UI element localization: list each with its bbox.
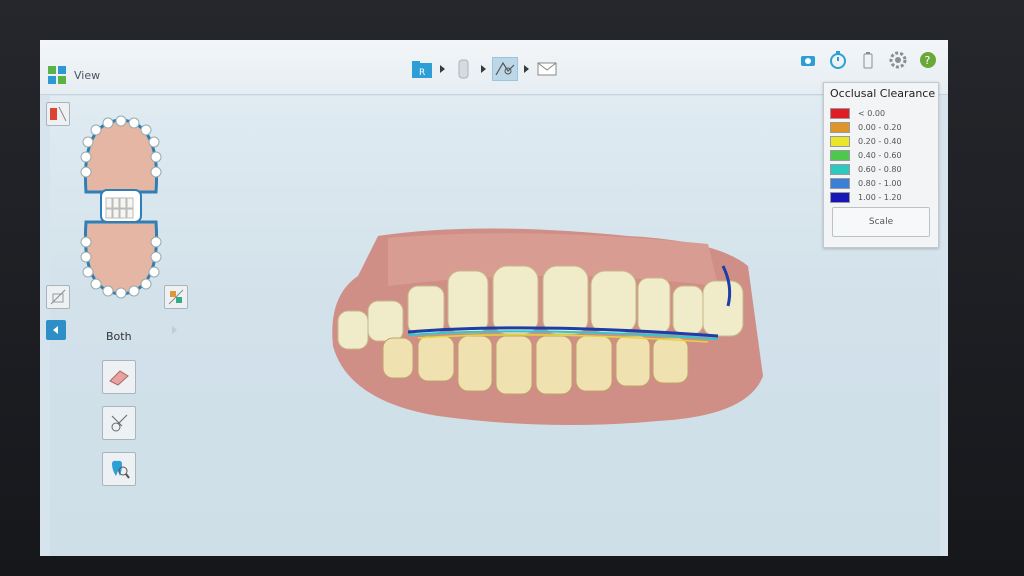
title-bar: View R ? bbox=[40, 40, 948, 95]
legend-swatch bbox=[830, 177, 850, 189]
upper-jaw-icon bbox=[50, 106, 67, 122]
legend-swatch bbox=[830, 107, 850, 119]
scale-button[interactable]: Scale bbox=[832, 207, 930, 237]
trim-tool-button[interactable] bbox=[102, 406, 136, 440]
legend-item: < 0.00 bbox=[830, 107, 885, 119]
bite-view-icon bbox=[50, 289, 66, 305]
bite-view-left-button[interactable] bbox=[46, 285, 70, 309]
workflow-step-send[interactable] bbox=[535, 58, 559, 80]
view-selection-label: Both bbox=[106, 330, 132, 343]
legend-item-label: 0.80 - 1.00 bbox=[858, 178, 902, 188]
legend-item: 0.20 - 0.40 bbox=[830, 135, 902, 147]
legend-item: 0.40 - 0.60 bbox=[830, 149, 902, 161]
workflow-step-label: R bbox=[419, 68, 425, 78]
view-model-icon bbox=[495, 61, 515, 76]
legend-item-label: < 0.00 bbox=[858, 108, 886, 118]
workflow-arrow-icon bbox=[524, 65, 529, 73]
battery-icon bbox=[858, 50, 878, 70]
legend-item-label: 0.00 - 0.20 bbox=[858, 122, 902, 132]
eraser-tool-icon bbox=[109, 370, 129, 386]
timer-icon[interactable] bbox=[828, 50, 848, 70]
legend-swatch bbox=[830, 121, 850, 133]
next-view-button[interactable] bbox=[164, 320, 184, 340]
legend-item-label: 0.40 - 0.60 bbox=[858, 150, 902, 160]
trim-tool-icon bbox=[111, 414, 128, 432]
legend-swatch bbox=[830, 135, 850, 147]
workflow-step-scan[interactable] bbox=[451, 58, 475, 80]
legend-swatch bbox=[830, 163, 850, 175]
settings-icon[interactable] bbox=[888, 50, 908, 70]
eraser-tool-button[interactable] bbox=[102, 360, 136, 394]
legend-item-label: 0.60 - 0.80 bbox=[858, 164, 902, 174]
scanner-wand-icon bbox=[458, 59, 469, 79]
legend-item: 0.00 - 0.20 bbox=[830, 121, 902, 133]
tooth-search-button[interactable] bbox=[102, 452, 136, 486]
legend-item-label: 0.20 - 0.40 bbox=[858, 136, 902, 146]
3d-teeth-model[interactable] bbox=[328, 226, 768, 436]
workflow-arrow-icon bbox=[440, 65, 445, 73]
dental-arch-map[interactable] bbox=[66, 112, 176, 302]
toolbar-right: ? bbox=[798, 50, 938, 70]
workflow-step-patient-info[interactable]: R bbox=[410, 58, 434, 80]
app-screen: View R ? Both Occlusal Clearance < 0.00 … bbox=[40, 40, 948, 556]
legend-item: 1.00 - 1.20 bbox=[830, 191, 902, 203]
bite-color-icon bbox=[168, 289, 184, 305]
bite-view-right-button[interactable] bbox=[164, 285, 188, 309]
app-logo-icon bbox=[48, 66, 66, 84]
legend-item: 0.80 - 1.00 bbox=[830, 177, 902, 189]
legend-swatch bbox=[830, 191, 850, 203]
occlusal-clearance-legend: Occlusal Clearance < 0.00 0.00 - 0.20 0.… bbox=[823, 82, 939, 248]
workflow-arrow-icon bbox=[481, 65, 486, 73]
workflow-steps: R bbox=[410, 56, 559, 82]
legend-item-label: 1.00 - 1.20 bbox=[858, 192, 902, 202]
arrow-right-icon bbox=[172, 326, 177, 334]
legend-title: Occlusal Clearance bbox=[830, 87, 936, 100]
arrow-left-icon bbox=[53, 326, 58, 334]
workflow-step-view[interactable] bbox=[492, 57, 518, 81]
prev-view-button[interactable] bbox=[46, 320, 66, 340]
patient-folder-icon: R bbox=[412, 61, 432, 78]
camera-icon[interactable] bbox=[798, 50, 818, 70]
envelope-icon bbox=[537, 62, 557, 76]
help-icon[interactable]: ? bbox=[918, 50, 938, 70]
legend-swatch bbox=[830, 149, 850, 161]
app-title: View bbox=[74, 69, 101, 82]
legend-item: 0.60 - 0.80 bbox=[830, 163, 902, 175]
svg-text:?: ? bbox=[925, 54, 931, 67]
tooth-search-icon bbox=[112, 460, 130, 479]
left-panel: Both bbox=[46, 102, 196, 502]
